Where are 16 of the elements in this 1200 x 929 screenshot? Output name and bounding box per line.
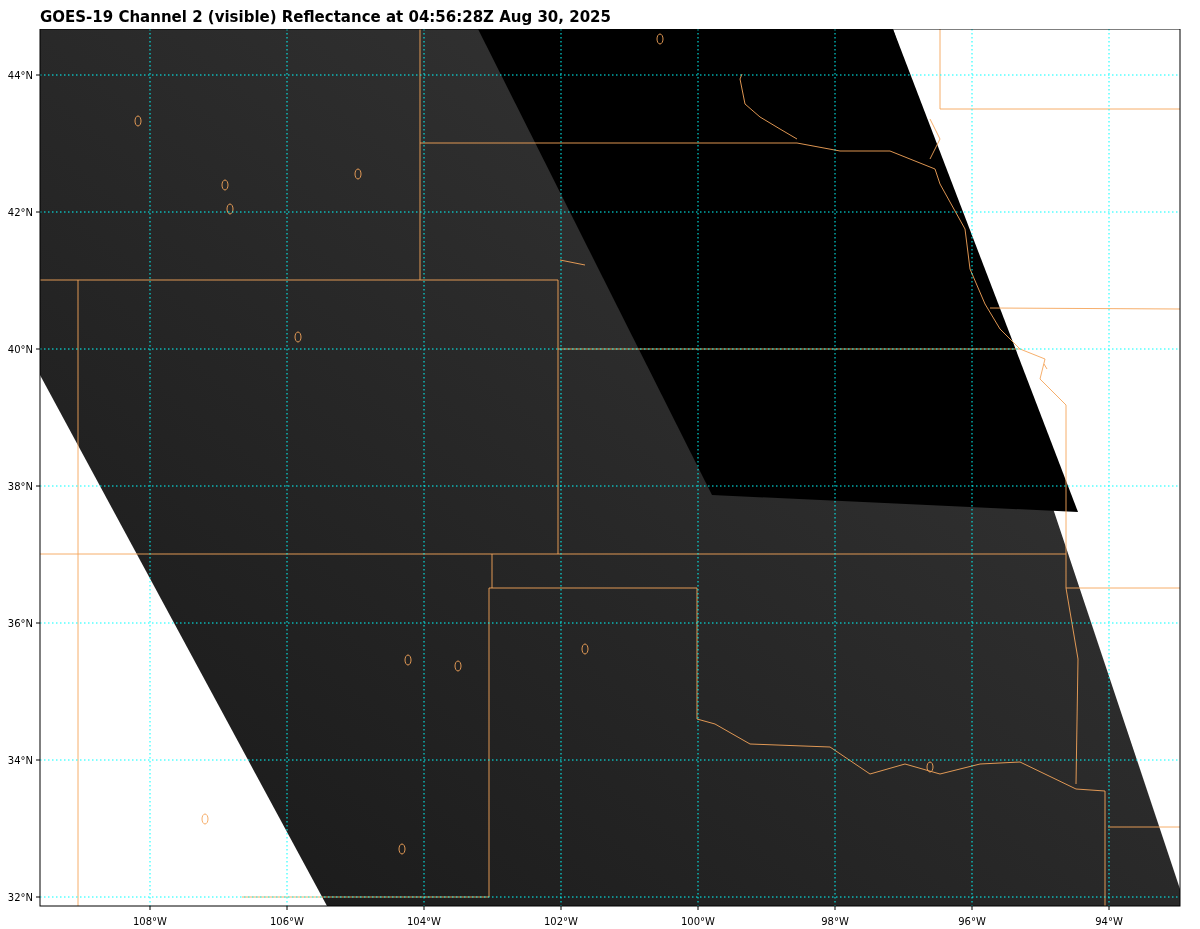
longitude-label: 98°W (821, 916, 849, 927)
longitude-label: 108°W (133, 916, 167, 927)
longitude-label: 96°W (958, 916, 986, 927)
latitude-label: 36°N (7, 618, 33, 629)
latitude-label: 44°N (7, 70, 33, 81)
longitude-label: 94°W (1095, 916, 1123, 927)
latitude-label: 38°N (7, 481, 33, 492)
chart-title: GOES-19 Channel 2 (visible) Reflectance at 04:56:28Z Aug 30, 2025 (40, 9, 611, 26)
latitude-label: 40°N (7, 344, 33, 355)
longitude-label: 100°W (681, 916, 715, 927)
longitude-label: 104°W (407, 916, 441, 927)
longitude-label: 102°W (544, 916, 578, 927)
latitude-label: 42°N (7, 207, 33, 218)
latitude-label: 34°N (7, 755, 33, 766)
latitude-label: 32°N (7, 892, 33, 903)
longitude-label: 106°W (270, 916, 304, 927)
